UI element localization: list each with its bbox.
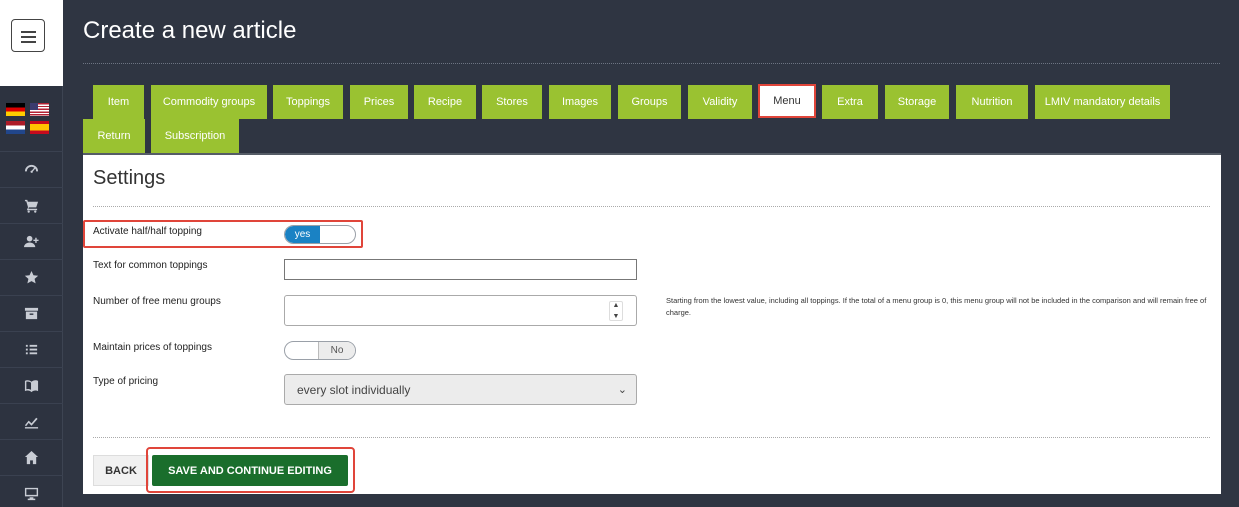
toggle-off-label: No bbox=[318, 342, 355, 359]
nav-archive[interactable] bbox=[0, 295, 63, 331]
free-menu-groups-input[interactable]: ▲ ▼ bbox=[284, 295, 637, 326]
tab-commodity-groups[interactable]: Commodity groups bbox=[151, 85, 267, 119]
star-icon bbox=[24, 270, 39, 284]
tab-nutrition[interactable]: Nutrition bbox=[956, 85, 1028, 119]
hamburger-icon bbox=[21, 31, 36, 33]
settings-panel: Settings Activate half/half topping yes … bbox=[83, 153, 1221, 494]
flag-es-icon[interactable] bbox=[30, 121, 49, 134]
save-continue-button[interactable]: SAVE AND CONTINUE EDITING bbox=[152, 455, 348, 486]
tab-prices[interactable]: Prices bbox=[350, 85, 408, 119]
free-menu-groups-help: Starting from the lowest value, includin… bbox=[666, 296, 1207, 317]
cart-icon bbox=[24, 199, 39, 213]
list-icon bbox=[25, 344, 38, 355]
flag-de-icon[interactable] bbox=[6, 103, 25, 116]
sidebar-header bbox=[0, 0, 63, 86]
tab-storage[interactable]: Storage bbox=[885, 85, 949, 119]
common-toppings-input[interactable] bbox=[284, 259, 637, 280]
chart-line-icon bbox=[24, 417, 39, 429]
nav-home[interactable] bbox=[0, 439, 63, 475]
nav-list[interactable] bbox=[0, 331, 63, 367]
flag-nl-icon[interactable] bbox=[6, 121, 25, 134]
book-icon bbox=[24, 380, 39, 393]
number-stepper[interactable]: ▲ ▼ bbox=[609, 301, 623, 321]
page-title: Create a new article bbox=[83, 17, 297, 44]
archive-icon bbox=[24, 307, 39, 320]
footer-divider bbox=[93, 437, 1210, 438]
nav-dashboard[interactable] bbox=[0, 151, 63, 187]
tab-validity[interactable]: Validity bbox=[688, 85, 752, 119]
home-icon bbox=[24, 450, 39, 465]
activate-half-toggle[interactable]: yes bbox=[284, 225, 356, 244]
settings-title: Settings bbox=[93, 167, 166, 189]
chevron-down-icon[interactable]: ▼ bbox=[613, 313, 620, 320]
monitor-icon bbox=[24, 487, 39, 501]
chevron-down-icon: ⌄ bbox=[617, 384, 627, 396]
pricing-type-label: Type of pricing bbox=[93, 376, 159, 387]
toggle-on-label: yes bbox=[285, 226, 320, 243]
chevron-up-icon[interactable]: ▲ bbox=[613, 302, 620, 309]
free-menu-groups-label: Number of free menu groups bbox=[93, 296, 221, 307]
pricing-type-select[interactable]: every slot individually ⌄ bbox=[284, 374, 637, 405]
tab-images[interactable]: Images bbox=[549, 85, 611, 119]
language-flags bbox=[6, 101, 52, 135]
nav-book[interactable] bbox=[0, 367, 63, 403]
pricing-type-value: every slot individually bbox=[297, 382, 411, 397]
tab-menu[interactable]: Menu bbox=[758, 84, 816, 118]
dashboard-icon bbox=[24, 164, 39, 173]
nav-cart[interactable] bbox=[0, 187, 63, 223]
add-user-icon bbox=[24, 235, 39, 248]
maintain-prices-label: Maintain prices of toppings bbox=[93, 342, 212, 353]
activate-half-label: Activate half/half topping bbox=[93, 226, 202, 237]
tab-recipe[interactable]: Recipe bbox=[414, 85, 476, 119]
tab-stores[interactable]: Stores bbox=[482, 85, 542, 119]
flag-us-icon[interactable] bbox=[30, 103, 49, 116]
maintain-prices-toggle[interactable]: No bbox=[284, 341, 356, 360]
nav-statistics[interactable] bbox=[0, 403, 63, 439]
sidebar bbox=[0, 0, 63, 507]
tab-groups[interactable]: Groups bbox=[618, 85, 681, 119]
title-divider bbox=[83, 63, 1220, 64]
menu-toggle-button[interactable] bbox=[11, 19, 45, 52]
tab-extra[interactable]: Extra bbox=[822, 85, 878, 119]
nav-add-user[interactable] bbox=[0, 223, 63, 259]
back-button[interactable]: BACK bbox=[93, 455, 149, 486]
tab-lmiv-mandatory-details[interactable]: LMIV mandatory details bbox=[1035, 85, 1170, 119]
tab-toppings[interactable]: Toppings bbox=[273, 85, 343, 119]
tab-item[interactable]: Item bbox=[93, 85, 144, 119]
tab-return[interactable]: Return bbox=[83, 119, 145, 153]
common-toppings-label: Text for common toppings bbox=[93, 260, 208, 271]
settings-divider bbox=[93, 206, 1210, 207]
tab-subscription[interactable]: Subscription bbox=[151, 119, 239, 153]
nav-favorites[interactable] bbox=[0, 259, 63, 295]
nav-display[interactable] bbox=[0, 475, 63, 507]
